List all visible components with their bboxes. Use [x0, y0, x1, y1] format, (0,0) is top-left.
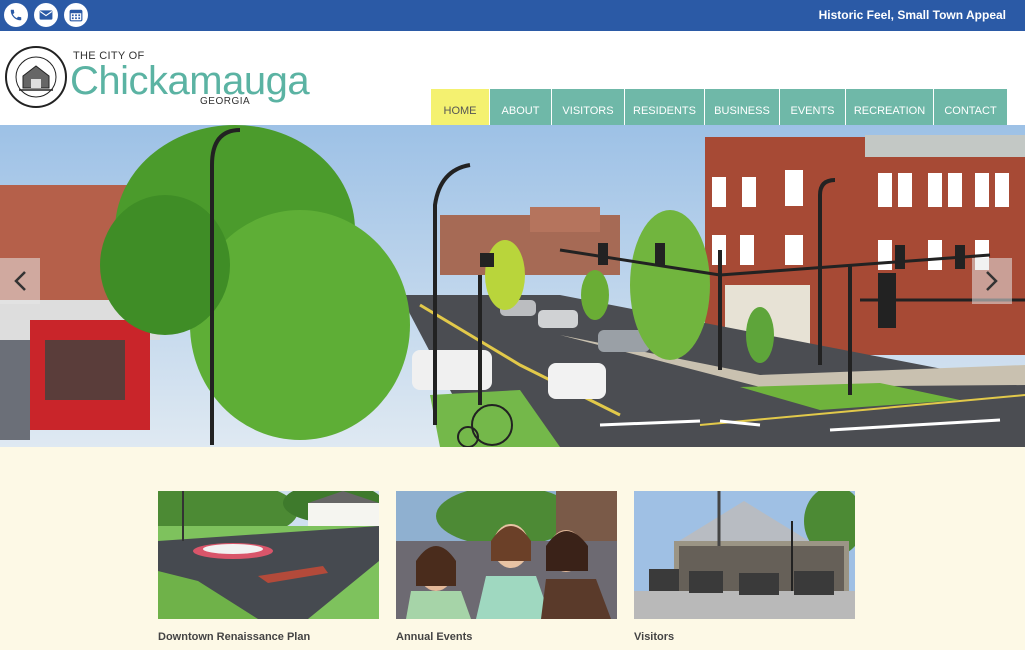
site-header: THE CITY OF Chickamauga GEORGIA HOME ABO…: [0, 31, 1025, 132]
card-downtown-renaissance[interactable]: Downtown Renaissance Plan: [158, 491, 379, 643]
slider-prev-button[interactable]: [0, 258, 40, 304]
card-caption: Annual Events: [396, 631, 473, 643]
card-annual-events[interactable]: Annual Events: [396, 491, 617, 643]
card-visitors[interactable]: Visitors: [634, 491, 855, 643]
chevron-left-icon: [14, 271, 26, 291]
card-image: [158, 491, 379, 619]
hero-image: [0, 125, 1025, 447]
card-caption: Visitors: [634, 631, 675, 643]
card-image: [396, 491, 617, 619]
card-caption: Downtown Renaissance Plan: [158, 631, 311, 643]
top-bar: Historic Feel, Small Town Appeal: [0, 0, 1025, 31]
logo-city-name: Chickamauga: [70, 59, 310, 103]
logo-state: GEORGIA: [200, 96, 251, 107]
chevron-right-icon: [986, 271, 998, 291]
hero-slider: [0, 125, 1025, 447]
calendar-icon[interactable]: [64, 3, 88, 27]
city-seal-logo: [5, 46, 67, 108]
slider-next-button[interactable]: [972, 258, 1012, 304]
tagline: Historic Feel, Small Town Appeal: [818, 8, 1006, 22]
envelope-icon[interactable]: [34, 3, 58, 27]
card-image: [634, 491, 855, 619]
phone-icon[interactable]: [4, 3, 28, 27]
